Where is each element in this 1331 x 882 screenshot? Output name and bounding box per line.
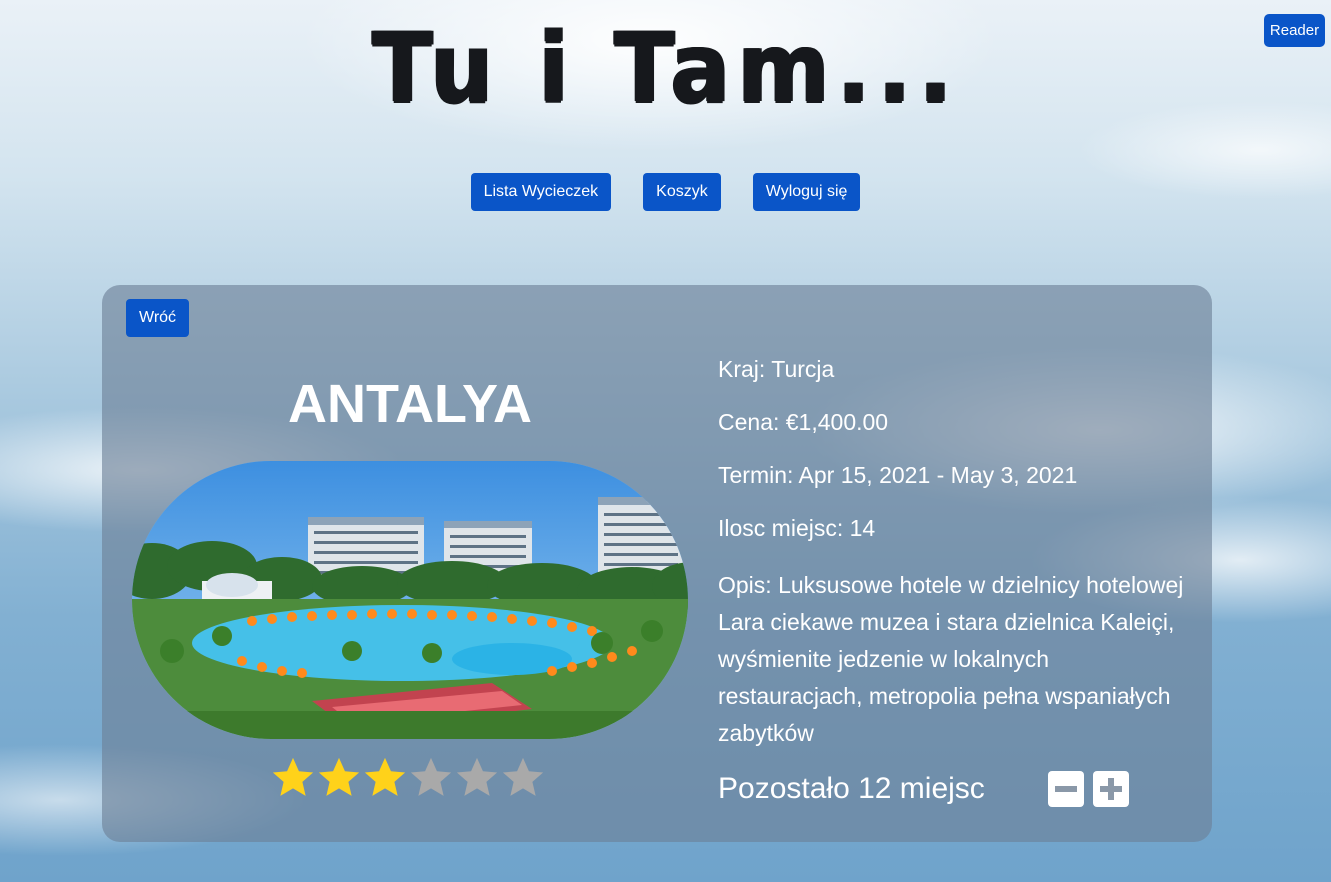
trip-info: Kraj: Turcja Cena: €1,400.00 Termin: Apr… [718,355,1188,752]
trips-list-button[interactable]: Lista Wycieczek [470,173,612,211]
trip-detail-card: Wróć ANTALYA Kraj: Turcja Cena: €1,400.0… [102,285,1212,842]
logout-button[interactable]: Wyloguj się [752,173,861,211]
trip-dates: Termin: Apr 15, 2021 - May 3, 2021 [718,462,1078,488]
trip-description: Opis: Luksusowe hotele w dzielnicy hotel… [718,572,1184,746]
cart-button[interactable]: Koszyk [643,173,721,211]
trip-price: Cena: €1,400.00 [718,409,889,435]
trip-country: Kraj: Turcja [718,356,835,382]
remaining-seats: Pozostało 12 miejsc [718,772,985,805]
star-rating [270,755,546,801]
minus-square-icon[interactable] [1048,771,1084,807]
star-icon-empty[interactable] [500,755,546,801]
trip-seats: Ilosc miejsc: 14 [718,515,876,541]
back-button[interactable]: Wróć [126,299,190,337]
star-icon-filled[interactable] [362,755,408,801]
star-icon-filled[interactable] [270,755,316,801]
star-icon-filled[interactable] [316,755,362,801]
trip-photo [132,461,688,739]
remaining-seats-row: Pozostało 12 miejsc [718,771,1138,807]
star-icon-empty[interactable] [408,755,454,801]
trip-name: ANTALYA [287,374,533,434]
plus-square-icon[interactable] [1093,771,1129,807]
star-icon-empty[interactable] [454,755,500,801]
main-nav: Lista Wycieczek Koszyk Wyloguj się [0,173,1331,211]
site-title: Tu i Tam... [371,12,960,124]
